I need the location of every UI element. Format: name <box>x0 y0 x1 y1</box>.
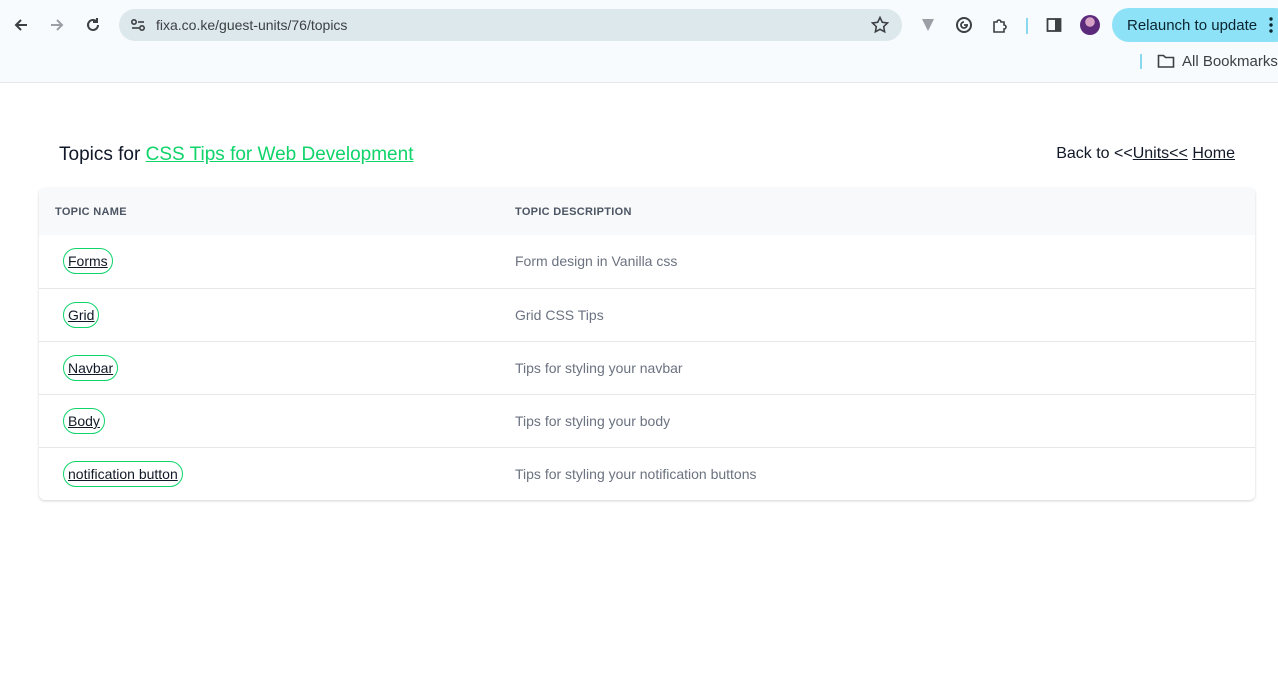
topic-link-notification-button[interactable]: notification button <box>63 461 183 487</box>
extension-g-icon[interactable] <box>953 14 975 36</box>
side-panel-icon[interactable] <box>1043 14 1065 36</box>
header-topic-description: TOPIC DESCRIPTION <box>515 206 632 218</box>
table-header: TOPIC NAME TOPIC DESCRIPTION <box>39 188 1255 235</box>
reload-button[interactable] <box>79 6 107 44</box>
table-row: Navbar Tips for styling your navbar <box>39 341 1255 394</box>
forward-button[interactable] <box>43 6 71 44</box>
topics-table: TOPIC NAME TOPIC DESCRIPTION Forms Form … <box>39 188 1255 500</box>
arrow-left-icon <box>14 19 27 31</box>
topic-description: Tips for styling your notification butto… <box>515 466 757 482</box>
unit-link[interactable]: CSS Tips for Web Development <box>146 144 414 165</box>
page-title: Topics for CSS Tips for Web Development <box>59 144 413 166</box>
table-row: Grid Grid CSS Tips <box>39 288 1255 341</box>
home-link[interactable]: Home <box>1192 145 1235 162</box>
topic-description: Tips for styling your body <box>515 413 671 429</box>
site-settings-icon[interactable] <box>129 16 147 34</box>
back-navigation: Back to <<Units<< Home <box>1056 145 1235 163</box>
heading-prefix: Topics for <box>59 144 141 165</box>
back-button[interactable] <box>7 6 35 44</box>
relaunch-button[interactable]: Relaunch to update <box>1112 8 1278 42</box>
topic-link-forms[interactable]: Forms <box>63 248 113 274</box>
topic-description: Form design in Vanilla css <box>515 253 678 269</box>
topic-link-navbar[interactable]: Navbar <box>63 355 119 381</box>
extensions-puzzle-icon[interactable] <box>989 14 1011 36</box>
toolbar-divider <box>1026 18 1028 34</box>
topic-link-grid[interactable]: Grid <box>63 302 100 328</box>
header-topic-name: TOPIC NAME <box>55 206 127 218</box>
address-bar[interactable]: fixa.co.ke/guest-units/76/topics <box>119 9 902 41</box>
all-bookmarks-link[interactable]: All Bookmarks <box>1182 53 1278 70</box>
bookmarks-bar: All Bookmarks <box>1140 52 1278 72</box>
topic-description: Grid CSS Tips <box>515 307 604 323</box>
extension-v-icon[interactable] <box>917 14 939 36</box>
url-text: fixa.co.ke/guest-units/76/topics <box>156 17 348 33</box>
table-row: Forms Form design in Vanilla css <box>39 235 1255 288</box>
profile-avatar[interactable] <box>1080 15 1100 35</box>
folder-icon <box>1157 54 1175 68</box>
table-row: notification button Tips for styling you… <box>39 447 1255 500</box>
relaunch-label: Relaunch to update <box>1127 17 1258 34</box>
browser-chrome: fixa.co.ke/guest-units/76/topics Relaunc… <box>0 0 1278 83</box>
units-link[interactable]: Units<< <box>1133 145 1188 162</box>
topic-description: Tips for styling your navbar <box>515 360 683 376</box>
table-row: Body Tips for styling your body <box>39 394 1255 447</box>
browser-toolbar: fixa.co.ke/guest-units/76/topics Relaunc… <box>0 6 1278 44</box>
back-prefix: Back to << <box>1056 145 1133 162</box>
reload-icon <box>87 18 99 31</box>
more-vert-icon[interactable] <box>1269 17 1273 33</box>
arrow-right-icon <box>51 19 64 31</box>
bookmarks-divider <box>1140 54 1142 69</box>
topic-link-body[interactable]: Body <box>63 408 105 434</box>
bookmark-star-icon[interactable] <box>870 15 890 35</box>
